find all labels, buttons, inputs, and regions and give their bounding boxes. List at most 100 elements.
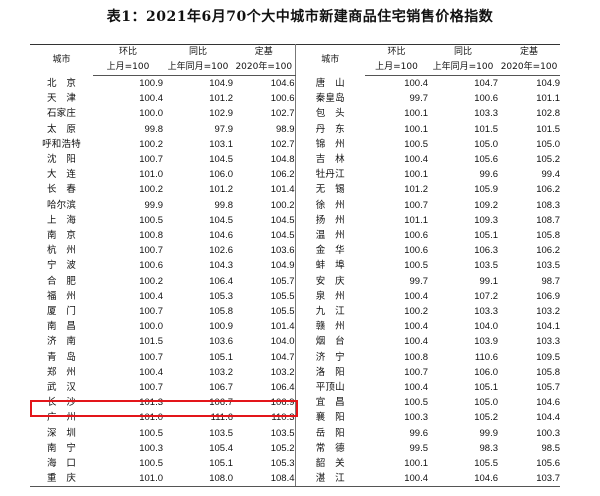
table-title: 表1：2021年6月70个大中城市新建商品住宅销售价格指数 [106,9,494,25]
left-base-cell: 108.4 [233,471,296,488]
right-base-cell: 103.2 [536,306,560,318]
left-mom-cell: 99.9 [144,199,164,211]
right-mom-cell: 100.8 [404,351,428,363]
right-base-cell: 106.2 [536,184,560,196]
right-mom-cell: 100.5 [404,138,428,150]
right-yoy-cell: 100.6 [474,93,498,105]
right-city-cell: 唐 山 [315,77,345,89]
left-yoy-cell: 104.3 [209,260,233,272]
right-base-cell: 105.6 [536,458,560,470]
right-base-cell: 99.4 [541,169,561,181]
left-yoy-cell: 105.8 [209,306,233,318]
left-yoy-cell: 101.2 [209,184,233,196]
table-row: 合 肥 100.2 106.4 105.7 安 庆 99.7 99.1 98.7 [30,273,560,289]
right-city-cell: 金 华 [315,245,345,257]
left-yoy-cell: 102.9 [209,108,233,120]
right-mom-cell: 100.1 [404,169,428,181]
right-yoy-cell: 103.9 [474,336,498,348]
left-yoy-cell: 105.3 [209,290,233,302]
right-city-cell: 蚌 埠 [315,260,345,272]
left-city-cell: 海 口 [46,458,77,470]
right-mom-cell: 99.6 [409,427,429,439]
left-base-cell: 110.3 [233,410,296,426]
col-header-yoy: 同比 [163,44,233,60]
left-mom-cell: 100.7 [139,382,163,394]
right-city-cell: 九 江 [315,306,345,318]
right-base-cell: 105.7 [536,382,560,394]
right-mom-cell: 100.7 [404,199,428,211]
table-row: 长 春 100.2 101.2 101.4 无 锡 101.2 105.9 106.2 [30,182,560,198]
col-subheader-base-right: 2020年=100 [498,60,560,76]
table-row: 厦 门 100.7 105.8 105.5 九 江 100.2 103.3 103.2 [30,304,560,320]
col-subheader-base: 2020年=100 [233,60,296,76]
left-city-cell: 南 宁 [46,442,77,454]
left-base-cell: 106.2 [233,167,296,183]
left-city-cell: 厦 门 [46,306,77,318]
left-base-cell: 104.0 [233,334,296,350]
left-yoy-cell: 97.9 [214,123,234,135]
left-mom-cell: 100.5 [139,458,163,470]
right-yoy-cell: 106.3 [474,245,498,257]
left-city-cell: 上 海 [46,214,77,226]
right-base-cell: 105.8 [536,230,560,242]
left-mom-cell: 101.0 [93,471,163,488]
left-mom-cell: 100.7 [139,351,163,363]
left-city-cell: 长 春 [46,184,77,196]
right-mom-cell: 100.3 [404,412,428,424]
left-city-cell: 呼和浩特 [42,138,81,150]
right-mom-cell: 101.2 [404,184,428,196]
right-yoy-cell: 105.1 [474,382,498,394]
right-base-cell: 101.5 [536,123,560,135]
table-row: 大 连 101.0 106.0 106.2 牡丹江 100.1 99.6 99.4 [30,167,561,183]
left-yoy-cell: 105.1 [209,351,233,363]
right-mom-cell: 100.1 [404,108,428,120]
left-yoy-cell: 104.5 [209,214,233,226]
right-base-cell: 108.7 [536,214,560,226]
left-mom-cell: 100.2 [139,138,163,150]
right-mom-cell: 100.5 [404,397,428,409]
right-yoy-cell: 105.9 [474,184,498,196]
right-base-cell: 104.1 [536,321,560,333]
right-city-cell: 温 州 [315,230,345,242]
left-base-cell: 100.2 [233,197,296,213]
left-base-cell: 106.9 [233,395,296,411]
table-body: 北 京 100.9 104.9 104.6 唐 山 100.4 104.7 104.9 天 津1… [30,75,561,488]
left-yoy-cell: 106.7 [209,397,233,409]
left-yoy-cell: 103.5 [209,427,233,439]
left-city-cell: 郑 州 [46,366,77,378]
col-header-mom-right: 环比 [365,44,428,60]
left-mom-cell: 101.3 [139,397,163,409]
right-base-cell: 106.9 [536,290,560,302]
left-base-cell: 104.5 [233,228,296,244]
right-city-cell: 烟 台 [315,336,345,348]
right-city-cell: 泉 州 [315,290,345,302]
right-mom-cell: 100.4 [404,336,428,348]
left-mom-cell: 100.3 [139,442,163,454]
right-city-cell: 韶 关 [315,458,345,470]
left-base-cell: 100.6 [233,91,296,107]
left-mom-cell: 100.7 [139,245,163,257]
right-city-cell: 襄 阳 [315,412,345,424]
left-mom-cell: 100.8 [139,230,163,242]
left-city-cell: 青 岛 [46,351,77,363]
left-yoy-cell: 101.2 [209,93,233,105]
left-city-cell: 合 肥 [46,275,77,287]
right-base-cell: 105.2 [536,154,560,166]
price-index-table: 城市 环比 同比 定基 城市 环比 同比 定基 上月=100 上年同月=100 … [30,44,561,488]
right-mom-cell: 100.4 [404,382,428,394]
table-row: 福 州 100.4 105.3 105.5 泉 州 100.4 107.2 106.9 [30,288,560,305]
left-mom-cell: 101.5 [139,336,163,348]
right-city-cell: 湛 江 [295,471,365,488]
left-city-cell: 南 昌 [46,321,77,333]
right-city-cell: 安 庆 [315,275,345,287]
right-base-cell: 101.1 [536,93,560,105]
right-yoy-cell: 105.0 [474,138,498,150]
left-city-cell: 福 州 [46,290,77,302]
col-subheader-yoy-right: 上年同月=100 [428,60,498,76]
left-city-cell: 大 连 [46,169,77,181]
left-mom-cell: 100.7 [139,306,163,318]
table-row: 南 宁 100.3 105.4 105.2 常 德 99.5 98.3 98.5 [30,440,560,457]
left-yoy-cell: 104.6 [209,230,233,242]
left-base-cell: 104.8 [233,152,296,168]
right-city-cell: 常 德 [315,442,345,454]
